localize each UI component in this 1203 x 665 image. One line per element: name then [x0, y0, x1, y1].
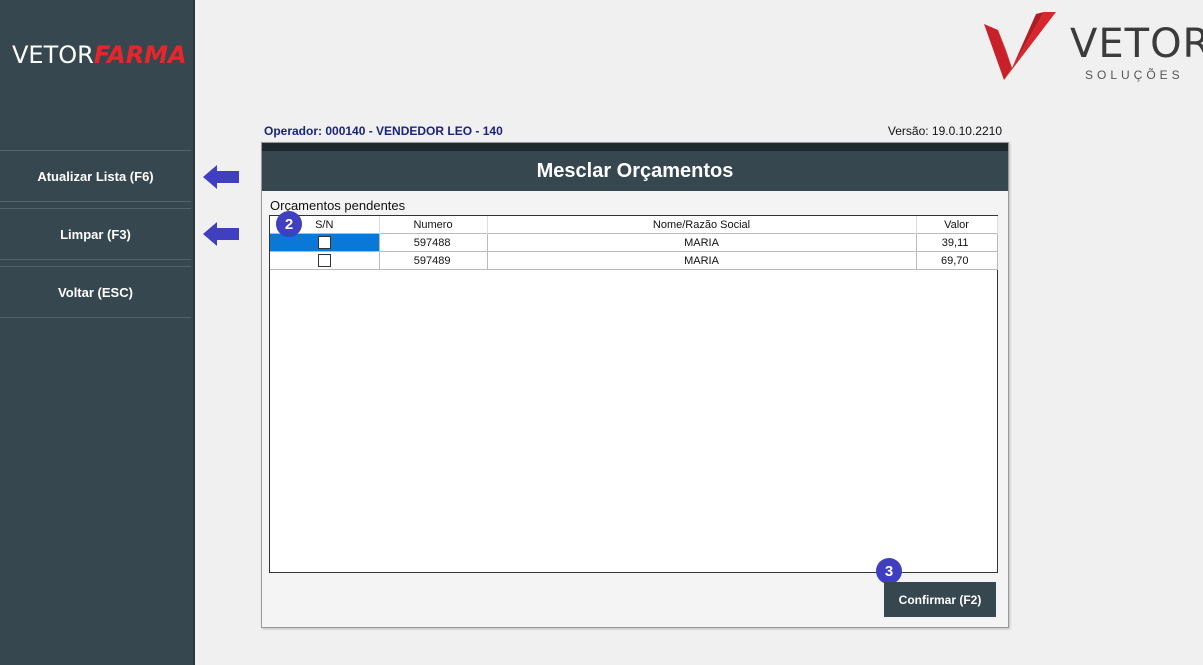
- atualizar-lista-label: Atualizar Lista (F6): [37, 168, 154, 184]
- row-checkbox[interactable]: [317, 254, 331, 267]
- version-info: Versão: 19.0.10.2210: [887, 124, 1002, 138]
- confirmar-button[interactable]: Confirmar (F2): [884, 582, 996, 617]
- step-2-badge: 2: [276, 211, 302, 237]
- step-3-badge: 3: [876, 558, 902, 584]
- table-row[interactable]: 597489 MARIA 69,70: [270, 251, 998, 270]
- voltar-button[interactable]: Voltar (ESC): [0, 266, 191, 318]
- row-checkbox[interactable]: [317, 236, 331, 249]
- row-nome: MARIA: [487, 233, 917, 252]
- dialog-top-bar: [262, 143, 1008, 151]
- grid-header-row: S/N Numero Nome/Razão Social Valor: [270, 216, 998, 234]
- vetor-logo-sub: SOLUÇÕES: [1085, 68, 1184, 82]
- mesclar-orcamentos-dialog: Mesclar Orçamentos Orçamentos pendentes …: [261, 142, 1009, 628]
- dialog-title: Mesclar Orçamentos: [262, 151, 1008, 191]
- column-header-numero[interactable]: Numero: [379, 216, 488, 234]
- row-checkbox-cell[interactable]: [270, 251, 380, 270]
- row-numero: 597488: [379, 233, 488, 252]
- atualizar-lista-button[interactable]: Atualizar Lista (F6): [0, 150, 191, 202]
- arrow-left-icon: [203, 165, 239, 189]
- vetorfarma-logo: VETORFARMA: [12, 41, 187, 69]
- row-valor: 69,70: [916, 251, 998, 270]
- sidebar: VETORFARMA Atualizar Lista (F6) Limpar (…: [0, 0, 195, 665]
- column-header-nome[interactable]: Nome/Razão Social: [487, 216, 917, 234]
- vetor-solucoes-logo: VETOR SOLUÇÕES: [982, 10, 1203, 88]
- confirmar-label: Confirmar (F2): [898, 592, 982, 607]
- column-header-valor[interactable]: Valor: [916, 216, 998, 234]
- operator-info: Operador: 000140 - VENDEDOR LEO - 140: [264, 124, 503, 138]
- row-valor: 39,11: [916, 233, 998, 252]
- vetor-logo-word: VETOR: [1070, 21, 1203, 67]
- arrow-left-icon: [203, 222, 239, 246]
- vetor-v-mark-icon: [984, 12, 1056, 80]
- row-nome: MARIA: [487, 251, 917, 270]
- voltar-label: Voltar (ESC): [58, 284, 133, 300]
- row-numero: 597489: [379, 251, 488, 270]
- limpar-label: Limpar (F3): [60, 226, 131, 242]
- orcamentos-grid[interactable]: S/N Numero Nome/Razão Social Valor 59748…: [269, 215, 998, 573]
- table-row[interactable]: 597488 MARIA 39,11: [270, 233, 998, 252]
- limpar-button[interactable]: Limpar (F3): [0, 208, 191, 260]
